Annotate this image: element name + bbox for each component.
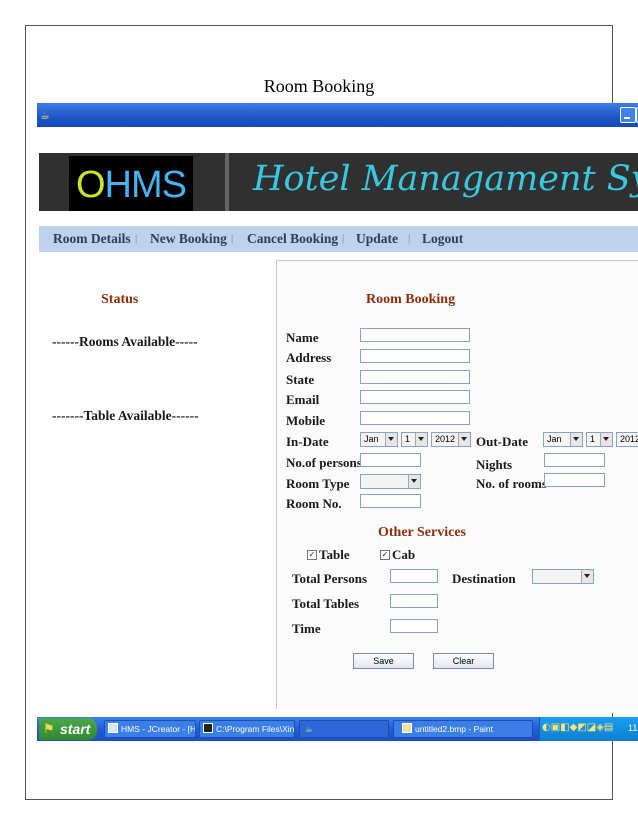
menu-separator: | — [231, 232, 234, 244]
in-date-label: In-Date — [286, 434, 329, 449]
taskbar-item-java[interactable]: ☕ — [299, 720, 389, 738]
taskbar-item-jcreator[interactable]: HMS - JCreator - [Ho... — [104, 720, 196, 738]
coffee-cup-icon: ☕ — [40, 109, 50, 122]
table-available-label: -------Table Available------ — [52, 408, 199, 423]
taskbar-item-label: untitled2.bmp - Paint — [415, 724, 493, 734]
out-date-day-value: 1 — [590, 434, 596, 444]
mobile-label: Mobile — [286, 413, 325, 428]
room-no-label: Room No. — [286, 496, 342, 511]
menu-update[interactable]: Update — [356, 231, 398, 247]
taskbar-item-cmd[interactable]: C:\Program Files\Xino... — [199, 720, 295, 738]
address-label: Address — [286, 350, 332, 365]
out-date-label: Out-Date — [476, 434, 528, 449]
clear-button[interactable]: Clear — [433, 653, 494, 669]
paint-icon — [402, 723, 412, 733]
document-title: Room Booking — [263, 76, 375, 96]
system-tray: ◐▣◧◆◩◪◈▤ 11 — [539, 717, 638, 741]
chevron-down-icon[interactable] — [415, 433, 427, 446]
logo: OHMS — [69, 156, 193, 211]
taskbar: ⚑ start HMS - JCreator - [Ho... C:\Progr… — [37, 717, 638, 741]
taskbar-item-label: HMS - JCreator - [Ho... — [121, 724, 196, 734]
nights-label: Nights — [476, 457, 513, 472]
out-date-year-select[interactable]: 2012 — [616, 432, 638, 447]
cab-checkbox[interactable]: ✓ — [380, 550, 390, 560]
chevron-down-icon[interactable] — [385, 433, 397, 446]
cab-checkbox-label: Cab — [392, 547, 416, 562]
window-titlebar[interactable]: ☕ — [37, 103, 638, 127]
clock: 11 — [628, 723, 638, 733]
banner-divider — [225, 153, 229, 211]
menu-bar: Room Details | New Booking | Cancel Book… — [39, 226, 638, 252]
in-date-year-value: 2012 — [435, 434, 456, 444]
address-input[interactable] — [360, 349, 470, 363]
out-date-month-select[interactable]: Jan — [543, 432, 583, 447]
in-date-month-select[interactable]: Jan — [360, 432, 398, 447]
nights-input[interactable] — [544, 453, 605, 467]
mobile-input[interactable] — [360, 411, 470, 425]
chevron-down-icon[interactable] — [458, 433, 470, 446]
chevron-down-icon[interactable] — [570, 433, 582, 446]
banner: OHMS Hotel Managament System — [39, 153, 638, 211]
room-type-select[interactable] — [360, 474, 421, 489]
in-date-year-select[interactable]: 2012 — [431, 432, 471, 447]
total-tables-input[interactable] — [390, 594, 438, 608]
in-date-day-value: 1 — [405, 434, 411, 444]
destination-label: Destination — [452, 571, 516, 586]
windows-flag-icon: ⚑ — [43, 722, 55, 737]
total-persons-input[interactable] — [390, 569, 438, 583]
rooms-available-label: ------Rooms Available----- — [52, 334, 198, 349]
menu-room-details[interactable]: Room Details — [53, 231, 131, 247]
menu-cancel-booking[interactable]: Cancel Booking — [247, 231, 338, 247]
menu-separator: | — [408, 232, 411, 244]
state-input[interactable] — [360, 370, 470, 384]
name-input[interactable] — [360, 328, 470, 342]
state-label: State — [286, 372, 315, 387]
logo-letter-o: O — [75, 164, 106, 206]
menu-logout[interactable]: Logout — [422, 231, 463, 247]
system-title: Hotel Managament System — [253, 159, 638, 199]
other-services-heading: Other Services — [378, 525, 466, 540]
time-input[interactable] — [390, 619, 438, 633]
room-type-label: Room Type — [286, 476, 350, 491]
save-button[interactable]: Save — [353, 653, 414, 669]
logo-text: OHMS — [75, 164, 187, 206]
email-label: Email — [286, 392, 320, 407]
start-label: start — [60, 721, 91, 737]
rooms-label: No. of rooms — [476, 476, 547, 491]
time-label: Time — [292, 621, 321, 636]
table-checkbox-label: Table — [319, 547, 350, 562]
tray-icons[interactable]: ◐▣◧◆◩◪◈▤ — [542, 722, 613, 733]
persons-input[interactable] — [360, 453, 421, 467]
rooms-input[interactable] — [544, 473, 605, 487]
menu-separator: | — [342, 232, 345, 244]
chevron-down-icon[interactable] — [408, 475, 420, 488]
start-button[interactable]: ⚑ start — [39, 718, 97, 740]
persons-label: No.of persons — [286, 455, 362, 470]
jcreator-icon — [108, 723, 118, 733]
menu-new-booking[interactable]: New Booking — [150, 231, 227, 247]
room-no-input[interactable] — [360, 494, 421, 508]
in-date-day-select[interactable]: 1 — [401, 432, 428, 447]
chevron-down-icon[interactable] — [581, 570, 593, 583]
chevron-down-icon[interactable] — [600, 433, 612, 446]
room-booking-heading: Room Booking — [366, 292, 456, 307]
total-persons-label: Total Persons — [292, 571, 367, 586]
email-input[interactable] — [360, 390, 470, 404]
name-label: Name — [286, 330, 319, 345]
minimize-button[interactable] — [620, 107, 636, 123]
console-icon — [203, 723, 213, 733]
in-date-month-value: Jan — [364, 434, 379, 444]
destination-select[interactable] — [532, 569, 594, 584]
out-date-day-select[interactable]: 1 — [586, 432, 613, 447]
taskbar-item-paint[interactable]: untitled2.bmp - Paint — [393, 720, 533, 738]
status-heading: Status — [101, 292, 139, 307]
coffee-cup-icon: ☕ — [305, 725, 313, 735]
out-date-year-value: 2012 — [620, 434, 638, 444]
menu-separator: | — [135, 232, 138, 244]
table-checkbox[interactable]: ✓ — [307, 550, 317, 560]
out-date-month-value: Jan — [547, 434, 562, 444]
taskbar-item-label: C:\Program Files\Xino... — [216, 724, 295, 734]
total-tables-label: Total Tables — [292, 596, 360, 611]
